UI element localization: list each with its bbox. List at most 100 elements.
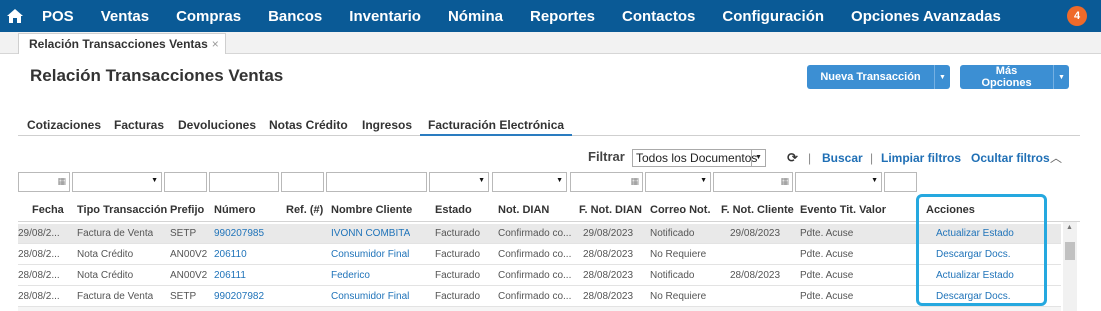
calendar-icon[interactable]: ▦ (57, 176, 66, 187)
document-filter-select[interactable]: Todos los Documentos ▼ (632, 149, 766, 167)
col-ref[interactable]: Ref. (#) (286, 204, 323, 216)
cell-cliente[interactable]: Consumidor Final (331, 291, 409, 302)
filter-tipo-select[interactable]: ▼ (72, 172, 162, 192)
filter-numero-input[interactable] (209, 172, 279, 192)
page-title: Relación Transacciones Ventas (30, 66, 284, 85)
calendar-icon[interactable]: ▦ (780, 176, 789, 187)
filter-prefijo-input[interactable] (164, 172, 207, 192)
table-row[interactable]: 28/08/2... Factura de Venta SETP 990207982 C… (18, 287, 1075, 307)
tab-notas-credito[interactable]: Notas Crédito (269, 118, 348, 136)
vertical-scrollbar[interactable]: ▲ (1063, 222, 1077, 311)
chevron-down-icon[interactable]: ▼ (1053, 65, 1069, 89)
table-row[interactable]: 29/08/2... Factura de Venta SETP 990207985 I… (18, 224, 1075, 244)
cell-estado: Facturado (435, 228, 481, 239)
chevron-down-icon[interactable]: ▼ (151, 177, 158, 184)
calendar-icon[interactable]: ▦ (630, 176, 639, 187)
scroll-up-icon[interactable]: ▲ (1066, 224, 1073, 231)
filter-extra-input[interactable] (884, 172, 917, 192)
nav-compras[interactable]: Compras (176, 8, 241, 25)
chevron-down-icon[interactable]: ▼ (478, 177, 485, 184)
col-dian[interactable]: Not. DIAN (498, 204, 549, 216)
clear-filters-link[interactable]: Limpiar filtros (881, 151, 961, 165)
cell-fecha: 28/08/2... (18, 291, 60, 302)
nav-inventario[interactable]: Inventario (349, 8, 421, 25)
filter-ref-input[interactable] (281, 172, 324, 192)
chevron-down-icon[interactable]: ▼ (871, 177, 878, 184)
col-fdian[interactable]: F. Not. DIAN (579, 204, 642, 216)
nav-pos[interactable]: POS (42, 8, 74, 25)
chevron-up-icon[interactable]: ︿ (1050, 149, 1062, 166)
tab-devoluciones[interactable]: Devoluciones (178, 118, 256, 136)
filter-cliente-input[interactable] (326, 172, 427, 192)
cell-numero[interactable]: 990207982 (214, 291, 264, 302)
filter-estado-select[interactable]: ▼ (429, 172, 489, 192)
home-icon[interactable] (0, 0, 30, 32)
top-navbar: POS Ventas Compras Bancos Inventario Nóm… (0, 0, 1101, 32)
cell-correo: Notificado (650, 270, 695, 281)
table-row[interactable]: 28/08/2... Nota Crédito AN00V2 206111 Federi… (18, 266, 1075, 286)
col-estado[interactable]: Estado (435, 204, 472, 216)
nav-bancos[interactable]: Bancos (268, 8, 322, 25)
nav-contactos[interactable]: Contactos (622, 8, 695, 25)
col-tipo[interactable]: Tipo Transacción (77, 204, 167, 216)
chevron-down-icon[interactable]: ▼ (751, 150, 765, 166)
cell-dian: Confirmado co... (498, 228, 572, 239)
filter-evento-select[interactable]: ▼ (795, 172, 882, 192)
cell-cliente[interactable]: Consumidor Final (331, 249, 409, 260)
tab-ingresos[interactable]: Ingresos (362, 118, 412, 136)
table-row[interactable]: 28/08/2... Nota Crédito AN00V2 206110 Consum… (18, 245, 1075, 265)
search-link[interactable]: Buscar (822, 151, 863, 165)
chevron-down-icon[interactable]: ▼ (934, 65, 950, 89)
cell-fecha: 29/08/2... (18, 228, 60, 239)
chevron-down-icon[interactable]: ▼ (700, 177, 707, 184)
subtabs: Cotizaciones Facturas Devoluciones Notas… (18, 118, 1080, 136)
nav-ventas[interactable]: Ventas (101, 8, 149, 25)
tab-facturas[interactable]: Facturas (114, 118, 164, 136)
filter-label: Filtrar (588, 149, 625, 164)
refresh-icon[interactable]: ⟳ (787, 150, 798, 166)
cell-numero[interactable]: 206110 (214, 249, 247, 260)
col-correo[interactable]: Correo Not. (650, 204, 711, 216)
close-tab-icon[interactable]: × (212, 37, 219, 51)
cell-dian: Confirmado co... (498, 291, 572, 302)
hide-filters-link[interactable]: Ocultar filtros (971, 151, 1050, 165)
cell-evento: Pdte. Acuse (800, 270, 854, 281)
col-fcliente[interactable]: F. Not. Cliente (721, 204, 794, 216)
cell-cliente[interactable]: IVONN COMBITA (331, 228, 410, 239)
more-options-label: Más Opciones (981, 65, 1032, 89)
nav-reportes[interactable]: Reportes (530, 8, 595, 25)
col-evento[interactable]: Evento Tit. Valor (800, 204, 886, 216)
col-prefijo[interactable]: Prefijo (170, 204, 204, 216)
cell-evento: Pdte. Acuse (800, 249, 854, 260)
filter-fcliente-input[interactable]: ▦ (713, 172, 793, 192)
cell-numero[interactable]: 990207985 (214, 228, 264, 239)
cell-correo: No Requiere (650, 249, 707, 260)
nav-configuracion[interactable]: Configuración (722, 8, 824, 25)
separator: | (870, 151, 874, 165)
cell-prefijo: SETP (170, 291, 197, 302)
cell-estado: Facturado (435, 249, 481, 260)
filter-correo-select[interactable]: ▼ (645, 172, 711, 192)
nav-nomina[interactable]: Nómina (448, 8, 503, 25)
new-transaction-button[interactable]: Nueva Transacción ▼ (807, 65, 950, 89)
chevron-down-icon[interactable]: ▼ (556, 177, 563, 184)
more-options-button[interactable]: Más Opciones ▼ (960, 65, 1069, 89)
cell-fdian: 28/08/2023 (583, 249, 634, 260)
col-fecha[interactable]: Fecha (32, 204, 64, 216)
tab-cotizaciones[interactable]: Cotizaciones (27, 118, 101, 136)
col-cliente[interactable]: Nombre Cliente (331, 204, 412, 216)
nav-opciones-avanzadas[interactable]: Opciones Avanzadas (851, 8, 1001, 25)
filter-fdian-input[interactable]: ▦ (570, 172, 643, 192)
notification-badge[interactable]: 4 (1067, 6, 1087, 26)
cell-numero[interactable]: 206111 (214, 270, 246, 281)
tab-facturacion-electronica[interactable]: Facturación Electrónica (420, 118, 573, 136)
cell-tipo: Nota Crédito (77, 249, 134, 260)
document-tab-label: Relación Transacciones Ventas (29, 37, 208, 51)
cell-cliente[interactable]: Federico (331, 270, 370, 281)
col-numero[interactable]: Número (214, 204, 256, 216)
cell-evento: Pdte. Acuse (800, 228, 854, 239)
scroll-thumb[interactable] (1065, 242, 1075, 260)
filter-dian-select[interactable]: ▼ (492, 172, 567, 192)
document-tab[interactable]: Relación Transacciones Ventas × (18, 33, 226, 54)
filter-fecha-input[interactable]: ▦ (18, 172, 70, 192)
